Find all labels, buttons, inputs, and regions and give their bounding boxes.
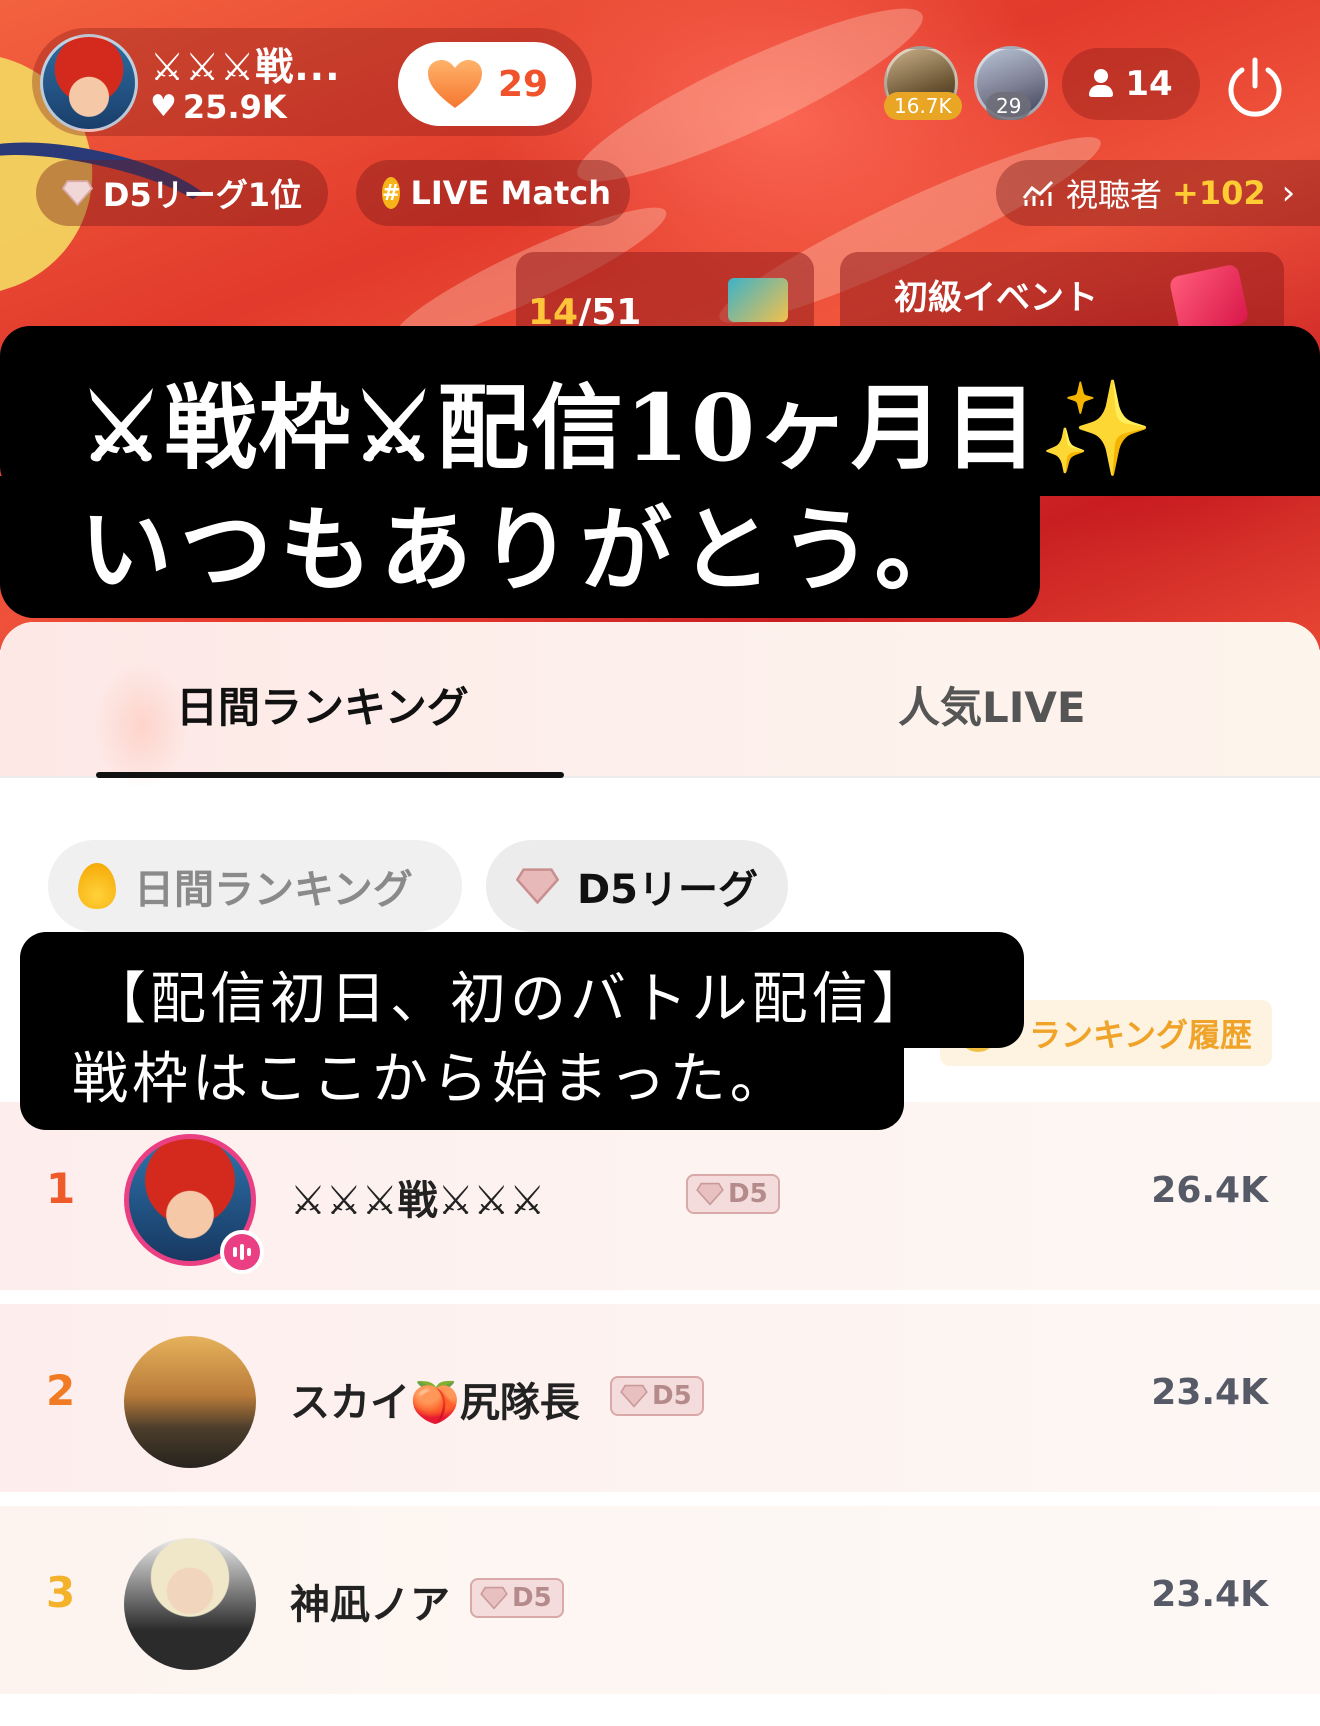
person-icon xyxy=(1089,69,1114,99)
streamer-name: ⚔⚔⚔戦⚔⚔⚔ xyxy=(290,1178,546,1224)
ranking-row[interactable]: 3 神凪ノア D5 23.4K xyxy=(0,1506,1320,1694)
sheet-tab-bar: 日間ランキング 人気LIVE xyxy=(0,622,1320,786)
diamond-icon xyxy=(516,868,559,905)
viewers-label: 視聴者 xyxy=(1066,176,1163,214)
league-badge-label: D5 xyxy=(652,1381,692,1411)
viewer-count-button[interactable]: 14 xyxy=(1062,48,1200,120)
caption-main-line-1: ⚔戦枠⚔配信10ヶ月目✨ xyxy=(80,374,1156,482)
diamond-icon xyxy=(62,180,93,207)
live-indicator-icon xyxy=(220,1230,264,1274)
viewers-stats-chip[interactable]: 視聴者 +102 › xyxy=(996,160,1320,226)
league-badge-label: D5 xyxy=(512,1583,552,1613)
diamond-icon xyxy=(696,1182,724,1206)
host-likes-value: 25.9K xyxy=(182,88,287,126)
heart-icon xyxy=(426,58,484,110)
caption-main-line-2: いつもありがとう。 xyxy=(80,496,975,604)
ranking-history-label: ランキング履歴 xyxy=(1028,1016,1252,1054)
host-likes: ♥ 25.9K xyxy=(150,88,287,126)
subtab-daily-ranking[interactable]: 日間ランキング xyxy=(48,840,462,932)
score: 23.4K xyxy=(1151,1372,1268,1413)
heart-icon: ♥ xyxy=(150,89,177,124)
ranking-sheet: 日間ランキング 人気LIVE 日間ランキング D5リーグ ランキング履歴 1 ⚔… xyxy=(0,622,1320,1726)
top-viewer-badge: 16.7K xyxy=(884,92,962,120)
league-badge: D5 xyxy=(686,1174,780,1214)
host-name: ⚔⚔⚔戦... xyxy=(150,45,341,89)
viewers-delta: +102 xyxy=(1172,174,1266,212)
caption-secondary-line-2: 戦枠はここから始まった。 xyxy=(72,1047,790,1112)
rank-number: 3 xyxy=(46,1568,76,1617)
avatar[interactable] xyxy=(124,1336,256,1468)
heart-count: 29 xyxy=(497,63,549,105)
league-badge: D5 xyxy=(470,1578,564,1618)
diamond-icon xyxy=(480,1586,508,1610)
score: 23.4K xyxy=(1151,1574,1268,1615)
streamer-name: 神凪ノア xyxy=(290,1582,450,1628)
live-match-chip[interactable]: # LIVE Match xyxy=(356,160,630,226)
chart-icon xyxy=(1022,180,1054,206)
subtab-league-label: D5リーグ xyxy=(576,867,758,913)
subtab-d5-league[interactable]: D5リーグ xyxy=(486,840,788,932)
league-badge-label: D5 xyxy=(728,1179,768,1209)
active-tab-indicator xyxy=(96,772,564,778)
tab-popular-live[interactable]: 人気LIVE xyxy=(898,674,1086,735)
streamer-name: スカイ🍑尻隊長 xyxy=(290,1380,580,1426)
host-avatar[interactable] xyxy=(40,34,138,132)
diamond-icon xyxy=(620,1384,648,1408)
league-rank-label: D5リーグ1位 xyxy=(102,176,302,214)
caption-overlay-secondary: 【配信初日、初のバトル配信】 戦枠はここから始まった。 xyxy=(20,932,1024,1130)
avatar[interactable] xyxy=(124,1538,256,1670)
power-icon[interactable] xyxy=(1222,54,1288,120)
viewer-count: 14 xyxy=(1125,64,1173,104)
score: 26.4K xyxy=(1151,1170,1268,1211)
event-thumbnail xyxy=(728,278,788,322)
hashtag-icon: # xyxy=(382,177,401,209)
ranking-row[interactable]: 1 ⚔⚔⚔戦⚔⚔⚔ D5 26.4K xyxy=(0,1102,1320,1290)
league-rank-chip[interactable]: D5リーグ1位 xyxy=(36,160,328,226)
ranking-row[interactable]: 2 スカイ🍑尻隊長 D5 23.4K xyxy=(0,1304,1320,1492)
league-badge: D5 xyxy=(610,1376,704,1416)
tab-daily-ranking[interactable]: 日間ランキング xyxy=(176,674,469,735)
live-match-label: LIVE Match xyxy=(410,174,611,212)
caption-overlay-main: ⚔戦枠⚔配信10ヶ月目✨ いつもありがとう。 xyxy=(0,326,1320,618)
subtab-daily-label: 日間ランキング xyxy=(134,867,413,913)
rank-number: 1 xyxy=(46,1164,76,1213)
caption-secondary-line-1: 【配信初日、初のバトル配信】 xyxy=(90,967,932,1032)
rank-number: 2 xyxy=(46,1366,76,1415)
top-viewer-badge: 29 xyxy=(986,92,1032,120)
chevron-right-icon: › xyxy=(1281,173,1296,213)
heart-button[interactable]: 29 xyxy=(398,42,576,126)
event-title: 初級イベント xyxy=(894,278,1098,318)
flame-icon xyxy=(78,863,116,909)
